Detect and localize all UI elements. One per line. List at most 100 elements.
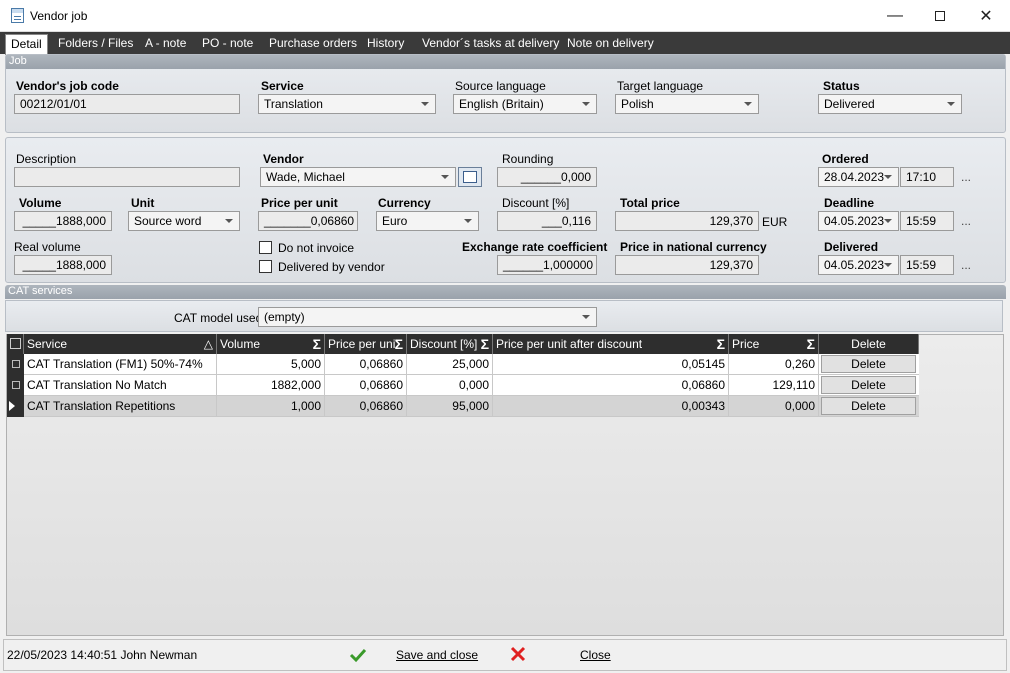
tab-bar: Detail Folders / Files A - note PO - not… (0, 32, 1010, 55)
minimize-icon[interactable]: — (872, 0, 918, 31)
currency-select[interactable]: Euro (376, 211, 479, 231)
delivered-date-picker[interactable]: 04.05.2023 (818, 255, 899, 275)
title-bar: Vendor job — ✕ (0, 0, 1010, 32)
delete-row-button[interactable]: Delete (821, 376, 916, 394)
delivered-date: 04.05.2023 (824, 258, 885, 272)
row-indicator-current[interactable] (7, 396, 24, 417)
delete-row-button[interactable]: Delete (821, 397, 916, 415)
checkmark-icon (349, 648, 367, 663)
tab-history[interactable]: History (367, 32, 404, 54)
delivered-by-vendor-checkbox[interactable] (259, 260, 272, 273)
rounding-field[interactable]: ______0,000 (497, 167, 597, 187)
app-icon (11, 8, 24, 23)
vendor-lookup-button[interactable] (458, 167, 482, 187)
tab-folders-files[interactable]: Folders / Files (58, 32, 133, 54)
status-label: Status (823, 79, 860, 93)
row-indicator[interactable] (7, 354, 24, 375)
exchange-rate-field[interactable]: ______1,000000 (497, 255, 597, 275)
ordered-date-picker[interactable]: 28.04.2023 (818, 167, 899, 187)
ordered-more-button[interactable]: ... (961, 170, 971, 184)
row-indicator[interactable] (7, 375, 24, 396)
tab-po-note[interactable]: PO - note (202, 32, 253, 54)
grid-options-button[interactable] (7, 334, 24, 354)
close-button[interactable]: Close (580, 648, 611, 662)
source-language-select[interactable]: English (Britain) (453, 94, 597, 114)
delivered-more-button[interactable]: ... (961, 258, 971, 272)
col-service[interactable]: Service △ (24, 334, 217, 354)
col-price-after-discount[interactable]: Price per unit after discount Σ (493, 334, 729, 354)
deadline-label: Deadline (824, 196, 875, 210)
currency-value: Euro (382, 214, 408, 228)
cell-volume[interactable]: 1,000 (217, 396, 325, 417)
chevron-down-icon (947, 102, 955, 106)
delete-row-button[interactable]: Delete (821, 355, 916, 373)
cell-delete: Delete (819, 396, 919, 417)
sum-icon: Σ (394, 336, 403, 352)
discount-field[interactable]: ___0,116 (497, 211, 597, 231)
total-price-field: 129,370 (615, 211, 759, 231)
chevron-down-icon (884, 219, 892, 223)
cat-section-label: CAT services (5, 285, 1006, 299)
maximize-icon[interactable] (917, 0, 963, 31)
cell-volume[interactable]: 5,000 (217, 354, 325, 375)
chevron-down-icon (582, 315, 590, 319)
deadline-more-button[interactable]: ... (961, 214, 971, 228)
cell-price: 0,000 (729, 396, 819, 417)
deadline-date-picker[interactable]: 04.05.2023 (818, 211, 899, 231)
tab-purchase-orders[interactable]: Purchase orders (269, 32, 357, 54)
service-value: Translation (264, 97, 323, 111)
chevron-down-icon (884, 175, 892, 179)
real-volume-field[interactable]: _____1888,000 (14, 255, 112, 275)
cell-discount[interactable]: 0,000 (407, 375, 493, 396)
cell-service[interactable]: CAT Translation (FM1) 50%-74% (24, 354, 217, 375)
col-price-per-unit[interactable]: Price per uni Σ (325, 334, 407, 354)
save-and-close-button[interactable]: Save and close (396, 648, 478, 662)
vendor-job-code-field[interactable]: 00212/01/01 (14, 94, 240, 114)
sum-icon: Σ (480, 336, 489, 352)
discount-label: Discount [%] (502, 196, 570, 210)
cell-price-after-discount: 0,05145 (493, 354, 729, 375)
chevron-down-icon (441, 175, 449, 179)
cancel-button-icon[interactable] (510, 646, 526, 662)
sort-asc-icon: △ (203, 337, 213, 351)
cat-model-select[interactable]: (empty) (258, 307, 597, 327)
cell-price-per-unit[interactable]: 0,06860 (325, 396, 407, 417)
target-language-select[interactable]: Polish (615, 94, 759, 114)
service-select[interactable]: Translation (258, 94, 436, 114)
col-discount[interactable]: Discount [%] Σ (407, 334, 493, 354)
cell-discount[interactable]: 95,000 (407, 396, 493, 417)
description-field[interactable] (14, 167, 240, 187)
source-language-value: English (Britain) (459, 97, 544, 111)
deadline-time-field[interactable]: 15:59 (900, 211, 954, 231)
price-per-unit-field[interactable]: _______0,06860 (258, 211, 358, 231)
vendor-select[interactable]: Wade, Michael (260, 167, 456, 187)
cell-volume[interactable]: 1882,000 (217, 375, 325, 396)
ordered-date: 28.04.2023 (824, 170, 885, 184)
cell-service[interactable]: CAT Translation No Match (24, 375, 217, 396)
sum-icon: Σ (716, 336, 725, 352)
row-handle-icon (12, 360, 20, 368)
cell-price-per-unit[interactable]: 0,06860 (325, 354, 407, 375)
col-price[interactable]: Price Σ (729, 334, 819, 354)
cat-model-value: (empty) (264, 310, 305, 324)
close-icon[interactable]: ✕ (963, 0, 1009, 31)
status-select[interactable]: Delivered (818, 94, 962, 114)
cell-service[interactable]: CAT Translation Repetitions (24, 396, 217, 417)
col-volume[interactable]: Volume Σ (217, 334, 325, 354)
ordered-time-field[interactable]: 17:10 (900, 167, 954, 187)
sum-icon: Σ (312, 336, 321, 352)
unit-select[interactable]: Source word (128, 211, 240, 231)
do-not-invoice-checkbox[interactable] (259, 241, 272, 254)
delivered-time-field[interactable]: 15:59 (900, 255, 954, 275)
tab-detail[interactable]: Detail (5, 34, 48, 55)
tab-note-on-delivery[interactable]: Note on delivery (567, 32, 654, 54)
cell-discount[interactable]: 25,000 (407, 354, 493, 375)
cell-price-per-unit[interactable]: 0,06860 (325, 375, 407, 396)
price-national-field: 129,370 (615, 255, 759, 275)
volume-field[interactable]: _____1888,000 (14, 211, 112, 231)
tab-a-note[interactable]: A - note (145, 32, 186, 54)
source-language-label: Source language (455, 79, 546, 93)
tab-vendor-tasks[interactable]: Vendor´s tasks at delivery (422, 32, 559, 54)
cell-delete: Delete (819, 375, 919, 396)
save-close-button-icon[interactable] (349, 647, 367, 663)
